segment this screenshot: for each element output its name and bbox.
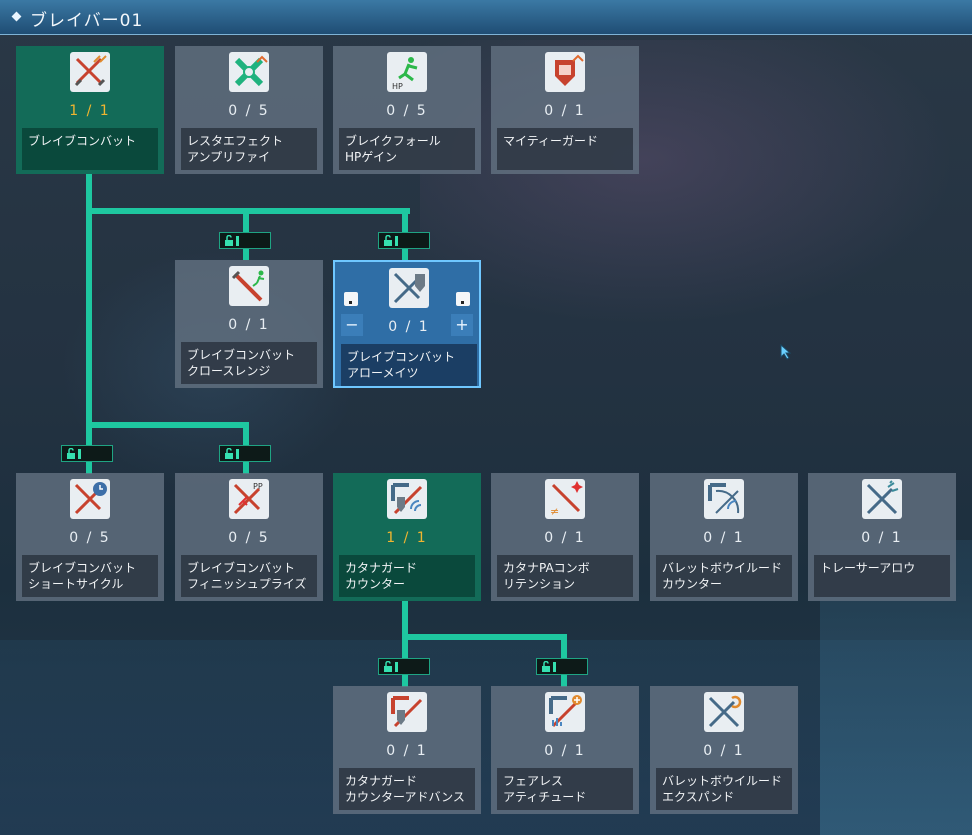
skill-level: 1 / 1 bbox=[69, 103, 111, 119]
skill-card-mighty-guard[interactable]: 0 / 1 マイティーガード bbox=[491, 46, 639, 174]
unlock-indicator bbox=[378, 232, 430, 249]
skill-level: 0 / 1 bbox=[228, 317, 270, 333]
skill-name: バレットボウイルード カウンター bbox=[656, 555, 792, 597]
skill-name: ブレイクフォール HPゲイン bbox=[339, 128, 475, 170]
unlocked-padlock-icon bbox=[225, 235, 239, 246]
unlocked-padlock-icon bbox=[67, 448, 81, 459]
skill-card-bullet-bow-wild-counter[interactable]: 0 / 1 バレットボウイルード カウンター bbox=[650, 473, 798, 601]
skill-name: ブレイブコンバット フィニッシュプライズ bbox=[181, 555, 317, 597]
svg-text:≠: ≠ bbox=[550, 505, 559, 518]
unlocked-padlock-icon bbox=[384, 235, 398, 246]
skill-level: 0 / 1 bbox=[544, 103, 586, 119]
skill-name: ブレイブコンバット ショートサイクル bbox=[22, 555, 158, 597]
skill-level: 0 / 1 bbox=[544, 743, 586, 759]
swords-clock-icon bbox=[70, 479, 110, 519]
resta-effect-icon bbox=[229, 52, 269, 92]
skill-name: ブレイブコンバット bbox=[22, 128, 158, 170]
window-title: ブレイバー01 bbox=[30, 11, 144, 31]
break-fall-icon: HP bbox=[387, 52, 427, 92]
skill-name: バレットボウイルード エクスパンド bbox=[656, 768, 792, 810]
skill-level: 0 / 1 bbox=[703, 743, 745, 759]
mighty-guard-icon bbox=[545, 52, 585, 92]
unlocked-padlock-icon bbox=[225, 448, 239, 459]
skill-card-resta-effect-amplify[interactable]: 0 / 5 レスタエフェクト アンプリファイ bbox=[175, 46, 323, 174]
skill-level: 0 / 5 bbox=[228, 530, 270, 546]
skill-name: カタナガード カウンター bbox=[339, 555, 475, 597]
skill-level: 0 / 1 bbox=[388, 319, 430, 335]
unlock-indicator bbox=[219, 445, 271, 462]
skill-name: フェアレス アティチュード bbox=[497, 768, 633, 810]
skill-name: ブレイブコンバット アローメイツ bbox=[341, 344, 477, 386]
skill-card-tracer-arrow[interactable]: 0 / 1 トレーサーアロウ bbox=[808, 473, 956, 601]
diamond-icon bbox=[11, 11, 22, 22]
skill-level: 0 / 5 bbox=[386, 103, 428, 119]
crossed-swords-icon bbox=[70, 52, 110, 92]
skill-name: トレーサーアロウ bbox=[814, 555, 950, 597]
point-marker-icon bbox=[456, 292, 470, 306]
skill-level: 0 / 5 bbox=[228, 103, 270, 119]
unlock-indicator bbox=[378, 658, 430, 675]
skill-name: ブレイブコンバット クロースレンジ bbox=[181, 342, 317, 384]
connector-line bbox=[86, 422, 248, 428]
unlock-indicator bbox=[536, 658, 588, 675]
skill-level: 0 / 1 bbox=[703, 530, 745, 546]
svg-text:PP: PP bbox=[253, 482, 263, 491]
tracer-arrow-icon bbox=[862, 479, 902, 519]
swords-pp-icon: PP bbox=[229, 479, 269, 519]
title-bar: ブレイバー01 bbox=[0, 0, 972, 35]
connector-line bbox=[402, 634, 566, 640]
skill-card-bullet-bow-wild-expand[interactable]: 0 / 1 バレットボウイルード エクスパンド bbox=[650, 686, 798, 814]
unlock-indicator bbox=[61, 445, 113, 462]
skill-name: カタナガード カウンターアドバンス bbox=[339, 768, 475, 810]
skill-card-brave-combat-finish-prize[interactable]: PP 0 / 5 ブレイブコンバット フィニッシュプライズ bbox=[175, 473, 323, 601]
skill-card-break-fall-hp-gain[interactable]: HP 0 / 5 ブレイクフォール HPゲイン bbox=[333, 46, 481, 174]
skill-name: カタナPAコンボ リテンション bbox=[497, 555, 633, 597]
katana-advance-icon bbox=[387, 692, 427, 732]
skill-card-brave-combat[interactable]: 1 / 1 ブレイブコンバット bbox=[16, 46, 164, 174]
skill-level: 0 / 1 bbox=[861, 530, 903, 546]
skill-card-brave-combat-short-cycle[interactable]: 0 / 5 ブレイブコンバット ショートサイクル bbox=[16, 473, 164, 601]
skill-name: マイティーガード bbox=[497, 128, 633, 170]
bow-expand-icon bbox=[704, 692, 744, 732]
katana-guard-icon bbox=[387, 479, 427, 519]
fearless-icon bbox=[545, 692, 585, 732]
unlock-indicator bbox=[219, 232, 271, 249]
skill-level: 0 / 5 bbox=[69, 530, 111, 546]
skill-level: 0 / 1 bbox=[544, 530, 586, 546]
bow-shield-icon bbox=[389, 268, 429, 308]
skill-card-brave-combat-arrow-mates[interactable]: − + 0 / 1 ブレイブコンバット アローメイツ bbox=[333, 260, 481, 388]
unlocked-padlock-icon bbox=[384, 661, 398, 672]
bow-counter-icon bbox=[704, 479, 744, 519]
svg-text:HP: HP bbox=[392, 82, 403, 91]
skill-card-fearless-attitude[interactable]: 0 / 1 フェアレス アティチュード bbox=[491, 686, 639, 814]
skill-level: 1 / 1 bbox=[386, 530, 428, 546]
unlocked-padlock-icon bbox=[542, 661, 556, 672]
skill-level: 0 / 1 bbox=[386, 743, 428, 759]
point-marker-icon bbox=[344, 292, 358, 306]
skill-card-katana-guard-counter-advance[interactable]: 0 / 1 カタナガード カウンターアドバンス bbox=[333, 686, 481, 814]
skill-card-katana-pa-combo-retention[interactable]: ≠ 0 / 1 カタナPAコンボ リテンション bbox=[491, 473, 639, 601]
skill-name: レスタエフェクト アンプリファイ bbox=[181, 128, 317, 170]
mouse-cursor-icon bbox=[780, 344, 792, 360]
katana-combo-icon: ≠ bbox=[545, 479, 585, 519]
skill-card-katana-guard-counter[interactable]: 1 / 1 カタナガード カウンター bbox=[333, 473, 481, 601]
skill-card-brave-combat-close-range[interactable]: 0 / 1 ブレイブコンバット クロースレンジ bbox=[175, 260, 323, 388]
sword-runner-icon bbox=[229, 266, 269, 306]
